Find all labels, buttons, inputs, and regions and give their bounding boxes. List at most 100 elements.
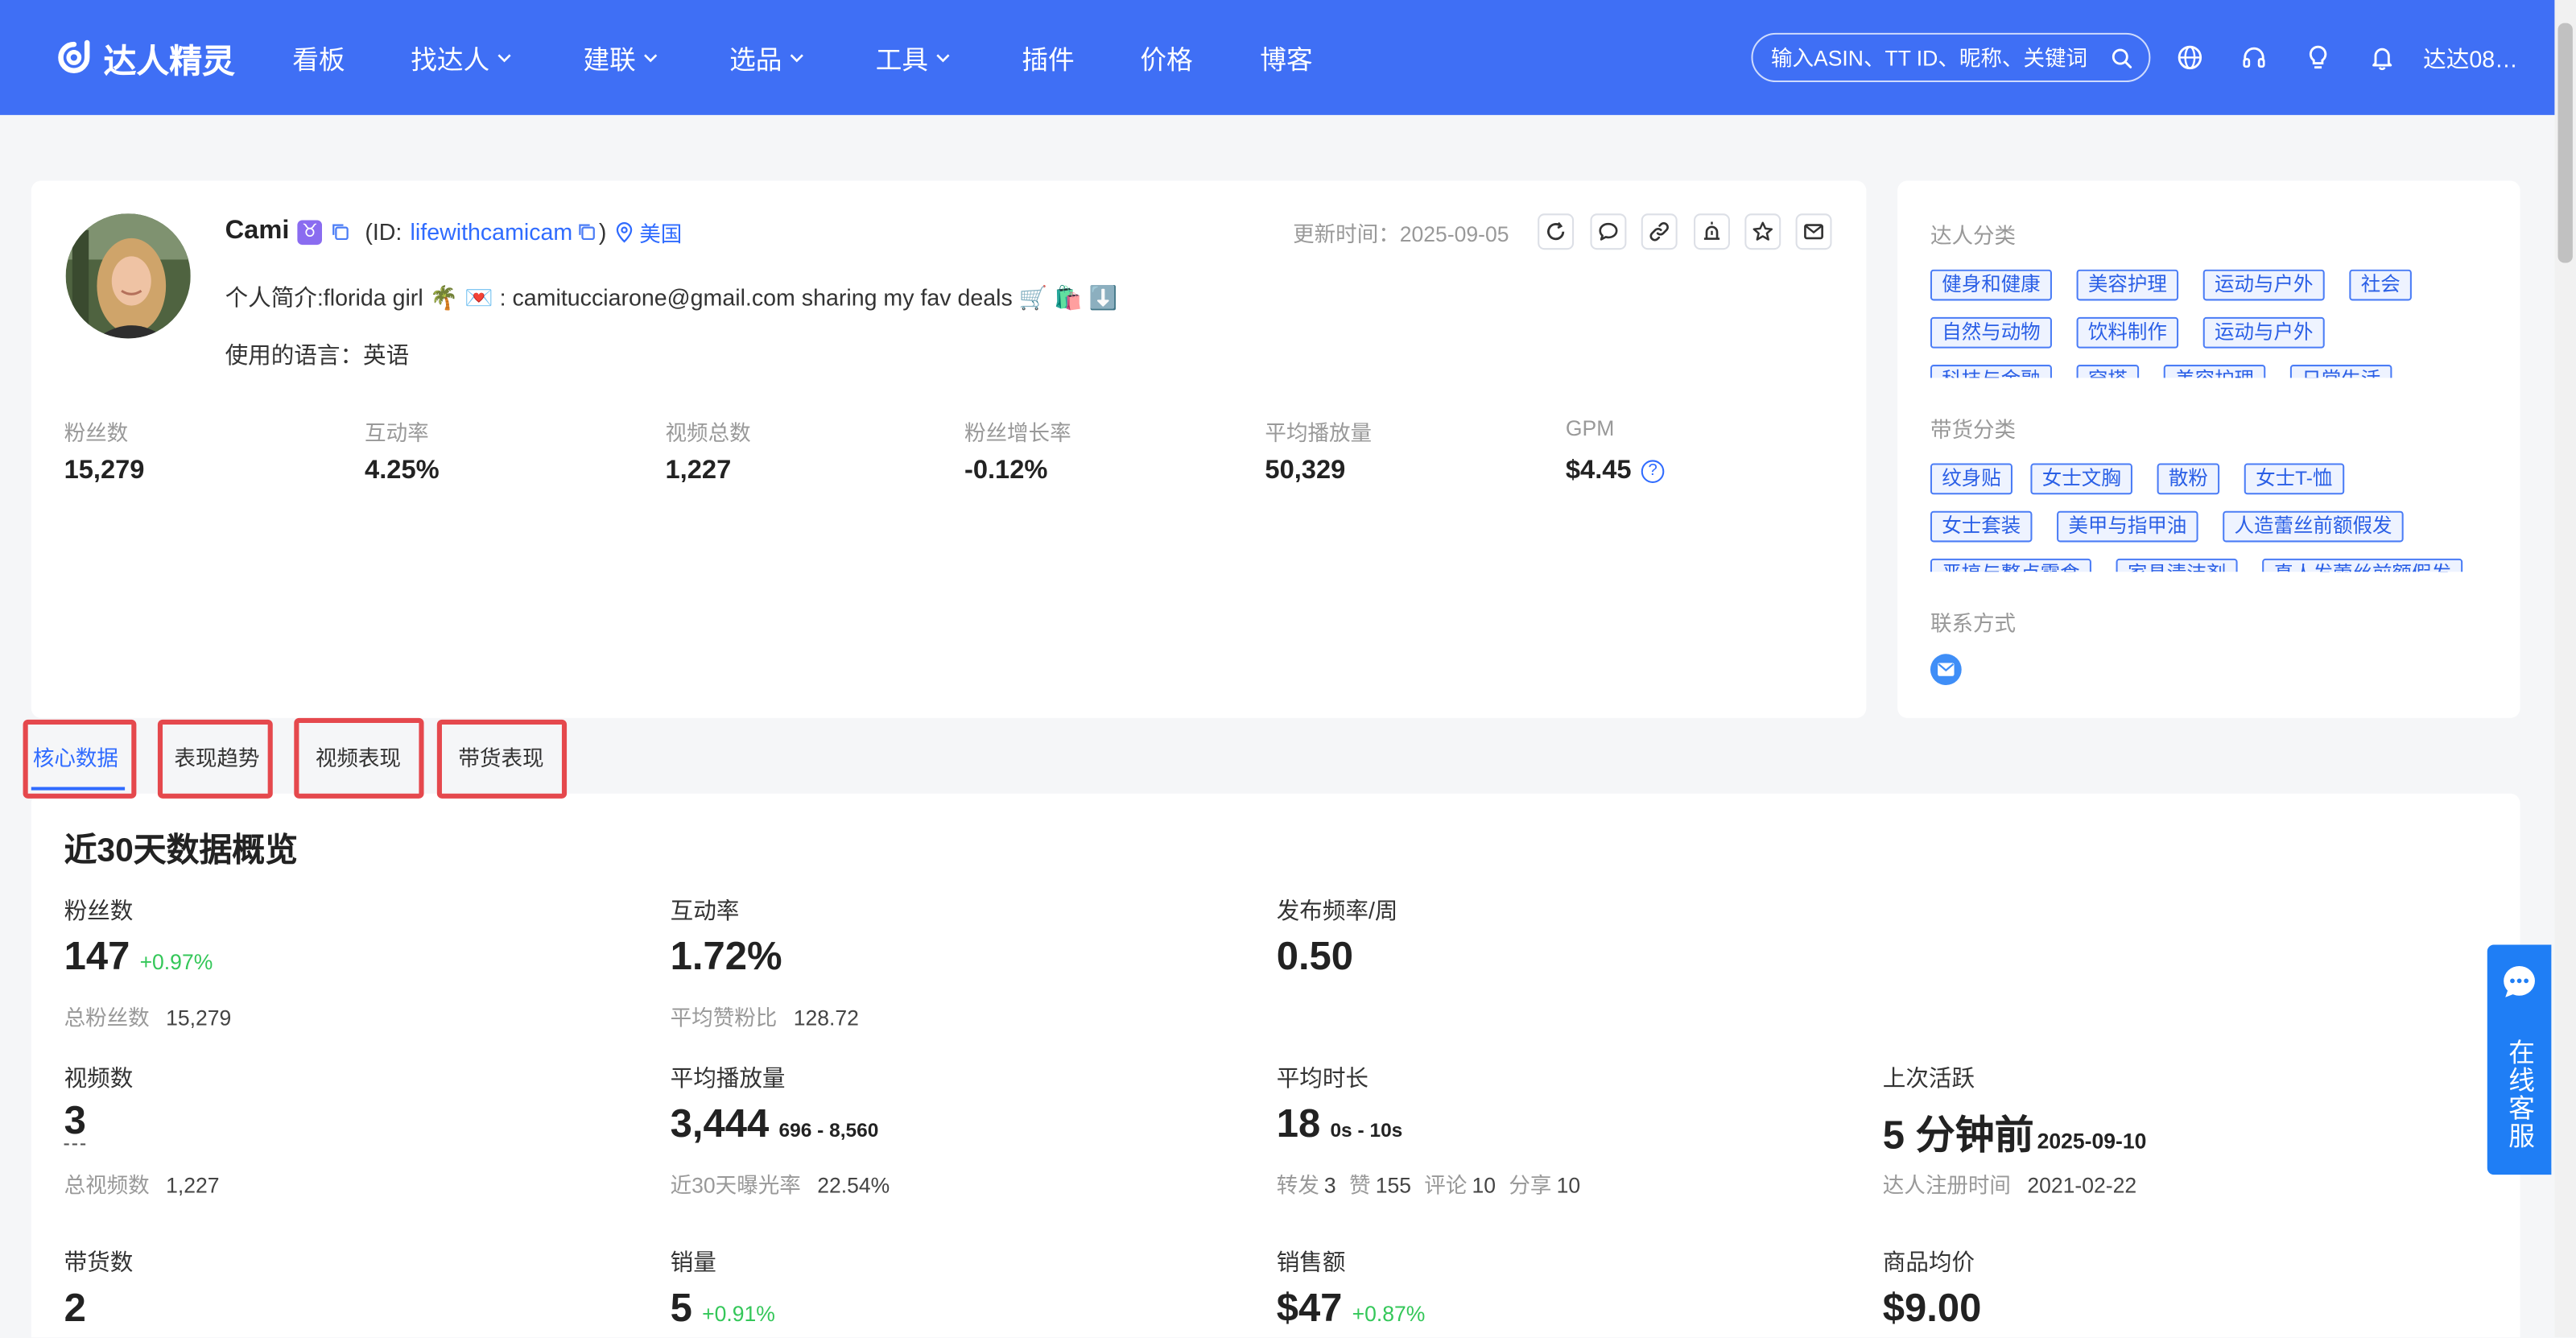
sub-label: 达人注册时间 xyxy=(1882,1173,2011,1198)
sales-number: 5 xyxy=(670,1286,692,1332)
nav-label: 选品 xyxy=(729,47,782,76)
notifications-button[interactable] xyxy=(2368,43,2397,72)
sub-value: 15,279 xyxy=(166,1005,232,1030)
nav-product-selection[interactable]: 选品 xyxy=(729,39,805,76)
link-icon xyxy=(1649,222,1669,242)
followers-change: +0.97% xyxy=(139,949,213,975)
nav-label: 工具 xyxy=(875,47,929,76)
copy-link-button[interactable] xyxy=(1641,213,1678,250)
overview-card xyxy=(31,793,2520,1338)
email-button[interactable] xyxy=(1795,213,1832,250)
product-tag[interactable]: 真人发蕾丝前额假发 xyxy=(2262,558,2463,572)
exposure-rate: 近30天曝光率 22.54% xyxy=(671,1168,890,1200)
sub-label: 总粉丝数 xyxy=(64,1005,150,1030)
avg-views-range: 696 - 8,560 xyxy=(778,1118,879,1142)
category-tag[interactable]: 穿搭 xyxy=(2076,365,2140,378)
help-icon[interactable]: ? xyxy=(1641,460,1665,483)
creator-name: Cami xyxy=(225,217,290,246)
support-button[interactable] xyxy=(2240,43,2269,72)
refresh-button[interactable] xyxy=(1538,213,1575,250)
product-tag[interactable]: 家具清洁剂 xyxy=(2116,558,2238,572)
product-tag[interactable]: 纹身贴 xyxy=(1930,463,2013,495)
category-tag[interactable]: 科技与金融 xyxy=(1930,365,2052,378)
product-category-tags: 纹身贴女士文胸散粉女士T-恤 女士套装美甲与指甲油人造蕾丝前额假发 恶搞与整点零… xyxy=(1930,463,2489,572)
nav-outreach[interactable]: 建联 xyxy=(583,39,658,76)
online-service-label[interactable]: 在线客服 xyxy=(2504,1039,2537,1150)
nav-pricing[interactable]: 价格 xyxy=(1140,39,1192,76)
avg-duration-range: 0s - 10s xyxy=(1330,1118,1403,1142)
revenue-label: 销售额 xyxy=(1276,1249,1346,1275)
category-tag[interactable]: 健身和健康 xyxy=(1930,269,2052,301)
category-tag[interactable]: 运动与户外 xyxy=(2202,316,2325,349)
comments-label: 评论 xyxy=(1424,1173,1468,1198)
category-tag[interactable]: 社会 xyxy=(2349,269,2413,301)
mail-icon xyxy=(1804,224,1823,240)
product-tag[interactable]: 恶搞与整点零食 xyxy=(1930,558,2091,572)
highlight-box xyxy=(157,719,273,799)
nav-dashboard[interactable]: 看板 xyxy=(292,39,345,76)
category-tag[interactable]: 美容护理 xyxy=(2076,269,2179,301)
stat-value-gpm: $4.45 ? xyxy=(1566,456,1665,486)
category-tag[interactable]: 饮料制作 xyxy=(2076,316,2179,349)
creator-location: 美国 xyxy=(639,221,683,246)
user-menu[interactable]: 达达08… xyxy=(2423,43,2518,76)
product-tag[interactable]: 美甲与指甲油 xyxy=(2057,510,2198,543)
product-tag[interactable]: 女士套装 xyxy=(1930,510,2033,543)
stat-value-followers: 15,279 xyxy=(64,456,145,486)
logo[interactable]: 达人精灵 xyxy=(54,35,235,81)
alert-button[interactable] xyxy=(1694,213,1730,250)
overview-title: 近30天数据概览 xyxy=(64,832,298,869)
copy-icon[interactable] xyxy=(576,222,595,242)
nav-plugin[interactable]: 插件 xyxy=(1022,39,1074,76)
sub-label: 总视频数 xyxy=(64,1173,150,1198)
tips-button[interactable] xyxy=(2303,43,2333,72)
creator-id-link[interactable]: lifewithcamicam xyxy=(411,218,573,245)
contact-email-button[interactable] xyxy=(1930,654,1962,686)
avatar xyxy=(65,213,191,339)
search-box[interactable] xyxy=(1751,32,2151,83)
category-tag[interactable]: 日常生活 xyxy=(2289,365,2392,378)
category-tag[interactable]: 美容护理 xyxy=(2163,365,2266,378)
products-label: 带货数 xyxy=(64,1249,134,1275)
creator-language: 使用的语言：英语 xyxy=(225,340,410,370)
nav-label: 博客 xyxy=(1260,47,1313,76)
product-category-label: 带货分类 xyxy=(1930,417,2017,442)
search-input[interactable] xyxy=(1770,45,2112,70)
language-button[interactable] xyxy=(2175,43,2205,72)
category-tag[interactable]: 自然与动物 xyxy=(1930,316,2052,349)
stat-value-follower-growth: -0.12% xyxy=(964,456,1047,486)
favorite-button[interactable] xyxy=(1744,213,1781,250)
nav-find-creators[interactable]: 找达人 xyxy=(411,39,513,76)
page: 达人精灵 看板 找达人 建联 选品 工具 插件 价格 博客 达达 xyxy=(0,0,2576,1338)
avg-price-label: 商品均价 xyxy=(1882,1249,1975,1275)
post-frequency-number: 0.50 xyxy=(1276,935,1354,980)
engagement-number: 1.72% xyxy=(670,935,782,980)
nav-blog[interactable]: 博客 xyxy=(1260,39,1312,76)
comments-value: 10 xyxy=(1472,1173,1496,1198)
sales-label: 销量 xyxy=(670,1249,716,1275)
scrollbar-thumb[interactable] xyxy=(2557,23,2573,263)
stat-value-videos: 1,227 xyxy=(666,456,732,486)
comment-button[interactable] xyxy=(1590,213,1627,250)
likes-label: 赞 xyxy=(1349,1173,1371,1198)
category-tag[interactable]: 运动与户外 xyxy=(2202,269,2325,301)
followers-label: 粉丝数 xyxy=(64,897,134,923)
videos-value: 3 xyxy=(64,1101,86,1146)
videos-label: 视频数 xyxy=(64,1064,134,1092)
product-tag[interactable]: 女士文胸 xyxy=(2030,463,2133,495)
product-tag[interactable]: 女士T-恤 xyxy=(2244,463,2344,495)
search-icon[interactable] xyxy=(2111,47,2132,68)
copy-icon[interactable] xyxy=(330,222,349,242)
sub-value: 1,227 xyxy=(166,1173,220,1198)
chevron-down-icon xyxy=(936,54,950,63)
stat-label-avg-views: 平均播放量 xyxy=(1265,420,1373,446)
product-tag[interactable]: 散粉 xyxy=(2157,463,2220,495)
shares-label: 分享 xyxy=(1509,1173,1552,1198)
avg-duration-label: 平均时长 xyxy=(1276,1064,1368,1092)
product-tag[interactable]: 人造蕾丝前额假发 xyxy=(2223,510,2404,543)
videos-number[interactable]: 3 xyxy=(64,1101,86,1146)
nav-tools[interactable]: 工具 xyxy=(876,39,952,76)
stat-value: $4.45 xyxy=(1565,456,1632,485)
lightbulb-icon xyxy=(2309,45,2327,69)
revenue-number: $47 xyxy=(1276,1286,1343,1332)
